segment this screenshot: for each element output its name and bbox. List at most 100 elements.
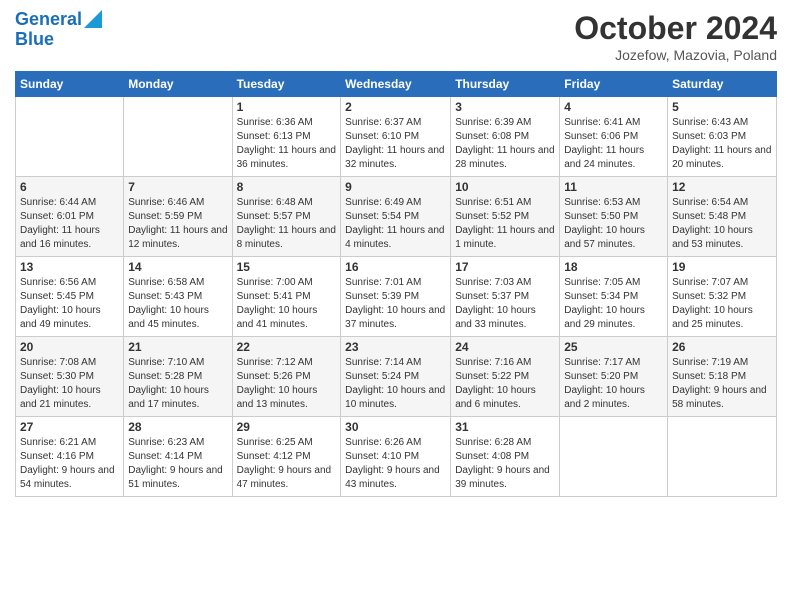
day-cell-2-2: 15Sunrise: 7:00 AMSunset: 5:41 PMDayligh… (232, 257, 341, 337)
day-number: 21 (128, 340, 227, 354)
logo-text-blue: Blue (15, 30, 54, 50)
day-cell-1-4: 10Sunrise: 6:51 AMSunset: 5:52 PMDayligh… (451, 177, 560, 257)
day-cell-0-5: 4 Sunrise: 6:41 AMSunset: 6:06 PMDaylight… (560, 97, 668, 177)
day-info: Sunrise: 6:43 AMSunset: 6:03 PMDaylight:… (672, 116, 772, 172)
day-cell-3-4: 24Sunrise: 7:16 AMSunset: 5:22 PMDayligh… (451, 337, 560, 417)
day-info: Sunrise: 7:19 AMSunset: 5:18 PMDaylight:… (672, 356, 772, 412)
day-cell-2-1: 14 Sunrise: 6:58 AMSunset: 5:43 PMDayligh… (124, 257, 232, 337)
week-row-3: 13Sunrise: 6:56 AMSunset: 5:45 PMDayligh… (16, 257, 777, 337)
day-cell-3-6: 26 Sunrise: 7:19 AMSunset: 5:18 PMDayligh… (668, 337, 777, 417)
day-number: 26 (672, 340, 772, 354)
day-info: Sunrise: 7:05 AMSunset: 5:34 PMDaylight:… (564, 276, 663, 332)
day-cell-1-3: 9Sunrise: 6:49 AMSunset: 5:54 PMDaylight… (341, 177, 451, 257)
day-info: Sunrise: 6:46 AMSunset: 5:59 PMDaylight:… (128, 196, 227, 252)
day-cell-2-3: 16 Sunrise: 7:01 AMSunset: 5:39 PMDayligh… (341, 257, 451, 337)
day-cell-3-0: 20 Sunrise: 7:08 AMSunset: 5:30 PMDayligh… (16, 337, 124, 417)
day-cell-2-6: 19Sunrise: 7:07 AMSunset: 5:32 PMDayligh… (668, 257, 777, 337)
day-number: 20 (20, 340, 119, 354)
day-cell-4-0: 27 Sunrise: 6:21 AMSunset: 4:16 PMDayligh… (16, 417, 124, 497)
day-cell-1-5: 11 Sunrise: 6:53 AMSunset: 5:50 PMDayligh… (560, 177, 668, 257)
day-number: 23 (345, 340, 446, 354)
week-row-5: 27 Sunrise: 6:21 AMSunset: 4:16 PMDayligh… (16, 417, 777, 497)
week-row-4: 20 Sunrise: 7:08 AMSunset: 5:30 PMDayligh… (16, 337, 777, 417)
day-cell-4-4: 31 Sunrise: 6:28 AMSunset: 4:08 PMDayligh… (451, 417, 560, 497)
day-number: 4 (564, 100, 663, 114)
day-info: Sunrise: 6:48 AMSunset: 5:57 PMDaylight:… (237, 196, 337, 252)
day-number: 28 (128, 420, 227, 434)
day-info: Sunrise: 6:21 AMSunset: 4:16 PMDaylight:… (20, 436, 119, 492)
day-info: Sunrise: 6:49 AMSunset: 5:54 PMDaylight:… (345, 196, 446, 252)
day-info: Sunrise: 7:08 AMSunset: 5:30 PMDaylight:… (20, 356, 119, 412)
day-info: Sunrise: 7:14 AMSunset: 5:24 PMDaylight:… (345, 356, 446, 412)
day-number: 31 (455, 420, 555, 434)
day-cell-2-5: 18Sunrise: 7:05 AMSunset: 5:34 PMDayligh… (560, 257, 668, 337)
day-info: Sunrise: 7:10 AMSunset: 5:28 PMDaylight:… (128, 356, 227, 412)
day-info: Sunrise: 6:58 AMSunset: 5:43 PMDaylight:… (128, 276, 227, 332)
logo: General Blue (15, 10, 102, 50)
day-cell-2-4: 17Sunrise: 7:03 AMSunset: 5:37 PMDayligh… (451, 257, 560, 337)
location: Jozefow, Mazovia, Poland (574, 47, 777, 63)
day-number: 10 (455, 180, 555, 194)
day-info: Sunrise: 6:41 AMSunset: 6:06 PMDaylight:… (564, 116, 663, 172)
day-number: 7 (128, 180, 227, 194)
day-info: Sunrise: 6:28 AMSunset: 4:08 PMDaylight:… (455, 436, 555, 492)
day-number: 12 (672, 180, 772, 194)
day-info: Sunrise: 6:37 AMSunset: 6:10 PMDaylight:… (345, 116, 446, 172)
day-number: 19 (672, 260, 772, 274)
day-cell-3-5: 25 Sunrise: 7:17 AMSunset: 5:20 PMDayligh… (560, 337, 668, 417)
day-info: Sunrise: 7:01 AMSunset: 5:39 PMDaylight:… (345, 276, 446, 332)
day-cell-4-2: 29 Sunrise: 6:25 AMSunset: 4:12 PMDayligh… (232, 417, 341, 497)
day-info: Sunrise: 7:03 AMSunset: 5:37 PMDaylight:… (455, 276, 555, 332)
day-cell-1-0: 6 Sunrise: 6:44 AMSunset: 6:01 PMDaylight… (16, 177, 124, 257)
day-cell-3-3: 23 Sunrise: 7:14 AMSunset: 5:24 PMDayligh… (341, 337, 451, 417)
day-info: Sunrise: 6:39 AMSunset: 6:08 PMDaylight:… (455, 116, 555, 172)
week-row-1: 1Sunrise: 6:36 AMSunset: 6:13 PMDaylight… (16, 97, 777, 177)
day-cell-1-1: 7 Sunrise: 6:46 AMSunset: 5:59 PMDaylight… (124, 177, 232, 257)
day-cell-0-3: 2Sunrise: 6:37 AMSunset: 6:10 PMDaylight… (341, 97, 451, 177)
day-info: Sunrise: 6:25 AMSunset: 4:12 PMDaylight:… (237, 436, 337, 492)
day-info: Sunrise: 6:23 AMSunset: 4:14 PMDaylight:… (128, 436, 227, 492)
week-row-2: 6 Sunrise: 6:44 AMSunset: 6:01 PMDaylight… (16, 177, 777, 257)
day-cell-3-1: 21 Sunrise: 7:10 AMSunset: 5:28 PMDayligh… (124, 337, 232, 417)
day-info: Sunrise: 7:17 AMSunset: 5:20 PMDaylight:… (564, 356, 663, 412)
day-info: Sunrise: 6:54 AMSunset: 5:48 PMDaylight:… (672, 196, 772, 252)
day-number: 16 (345, 260, 446, 274)
day-number: 27 (20, 420, 119, 434)
day-cell-3-2: 22 Sunrise: 7:12 AMSunset: 5:26 PMDayligh… (232, 337, 341, 417)
day-info: Sunrise: 7:12 AMSunset: 5:26 PMDaylight:… (237, 356, 337, 412)
day-number: 22 (237, 340, 337, 354)
header-monday: Monday (124, 72, 232, 97)
day-info: Sunrise: 6:44 AMSunset: 6:01 PMDaylight:… (20, 196, 119, 252)
page: General Blue October 2024 Jozefow, Mazov… (0, 0, 792, 612)
day-cell-4-6 (668, 417, 777, 497)
day-number: 11 (564, 180, 663, 194)
day-number: 14 (128, 260, 227, 274)
day-cell-4-1: 28 Sunrise: 6:23 AMSunset: 4:14 PMDayligh… (124, 417, 232, 497)
day-info: Sunrise: 6:53 AMSunset: 5:50 PMDaylight:… (564, 196, 663, 252)
day-info: Sunrise: 6:56 AMSunset: 5:45 PMDaylight:… (20, 276, 119, 332)
day-number: 6 (20, 180, 119, 194)
day-cell-0-2: 1Sunrise: 6:36 AMSunset: 6:13 PMDaylight… (232, 97, 341, 177)
day-number: 30 (345, 420, 446, 434)
day-number: 29 (237, 420, 337, 434)
header-tuesday: Tuesday (232, 72, 341, 97)
header-wednesday: Wednesday (341, 72, 451, 97)
day-cell-1-2: 8 Sunrise: 6:48 AMSunset: 5:57 PMDaylight… (232, 177, 341, 257)
day-info: Sunrise: 7:00 AMSunset: 5:41 PMDaylight:… (237, 276, 337, 332)
logo-text-general: General (15, 10, 82, 30)
day-number: 5 (672, 100, 772, 114)
day-number: 25 (564, 340, 663, 354)
day-cell-4-3: 30 Sunrise: 6:26 AMSunset: 4:10 PMDayligh… (341, 417, 451, 497)
day-number: 24 (455, 340, 555, 354)
day-number: 8 (237, 180, 337, 194)
day-cell-0-0 (16, 97, 124, 177)
day-info: Sunrise: 6:26 AMSunset: 4:10 PMDaylight:… (345, 436, 446, 492)
header-sunday: Sunday (16, 72, 124, 97)
day-cell-2-0: 13Sunrise: 6:56 AMSunset: 5:45 PMDayligh… (16, 257, 124, 337)
header-thursday: Thursday (451, 72, 560, 97)
day-cell-1-6: 12 Sunrise: 6:54 AMSunset: 5:48 PMDayligh… (668, 177, 777, 257)
header: General Blue October 2024 Jozefow, Mazov… (15, 10, 777, 63)
month-title: October 2024 (574, 10, 777, 47)
header-friday: Friday (560, 72, 668, 97)
title-block: October 2024 Jozefow, Mazovia, Poland (574, 10, 777, 63)
